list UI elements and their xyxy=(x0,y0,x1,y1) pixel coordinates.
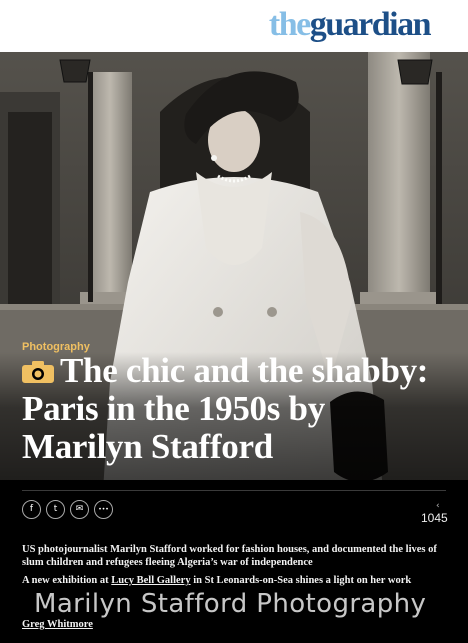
byline-author-link[interactable]: Greg Whitmore xyxy=(22,619,93,630)
camera-icon xyxy=(22,353,54,383)
more-icon: ••• xyxy=(98,506,109,513)
standfirst-paragraph: US photojournalist Marilyn Stafford work… xyxy=(22,544,437,568)
headline-text: The chic and the shabby: Paris in the 19… xyxy=(22,351,429,466)
earring xyxy=(211,155,217,161)
logo-guardian: guardian xyxy=(309,6,432,43)
facebook-icon: f xyxy=(29,504,34,514)
email-icon: ✉ xyxy=(75,504,84,514)
pillar-left xyxy=(88,72,132,312)
twitter-share-button[interactable]: t xyxy=(46,500,65,519)
standfirst-paragraph-2: A new exhibition at Lucy Bell Gallery in… xyxy=(22,574,452,587)
pillar-right xyxy=(368,52,430,312)
logo-the: the xyxy=(268,6,311,43)
facebook-share-button[interactable]: f xyxy=(22,500,41,519)
coat-button xyxy=(267,307,277,317)
lamp-post-left xyxy=(88,72,93,302)
more-share-button[interactable]: ••• xyxy=(94,500,113,519)
share-icon: ‹ xyxy=(436,501,440,511)
masthead: theguardian xyxy=(0,0,468,52)
twitter-icon: t xyxy=(53,504,58,514)
gallery-link[interactable]: Lucy Bell Gallery xyxy=(111,575,190,586)
watermark: Marilyn Stafford Photography xyxy=(34,589,427,619)
headline: The chic and the shabby: Paris in the 19… xyxy=(22,352,452,466)
standfirst-text: A new exhibition at xyxy=(22,575,112,586)
share-count: 1045 xyxy=(421,511,448,525)
lamp-post-right xyxy=(436,72,442,312)
guardian-logo[interactable]: theguardian xyxy=(268,3,432,47)
lamp-left xyxy=(59,59,91,83)
coat-button xyxy=(213,307,223,317)
standfirst-text: in St Leonards-on-Sea shines a light on … xyxy=(190,575,412,586)
email-share-button[interactable]: ✉ xyxy=(70,500,89,519)
divider xyxy=(22,490,446,491)
lamp-right xyxy=(397,59,433,85)
